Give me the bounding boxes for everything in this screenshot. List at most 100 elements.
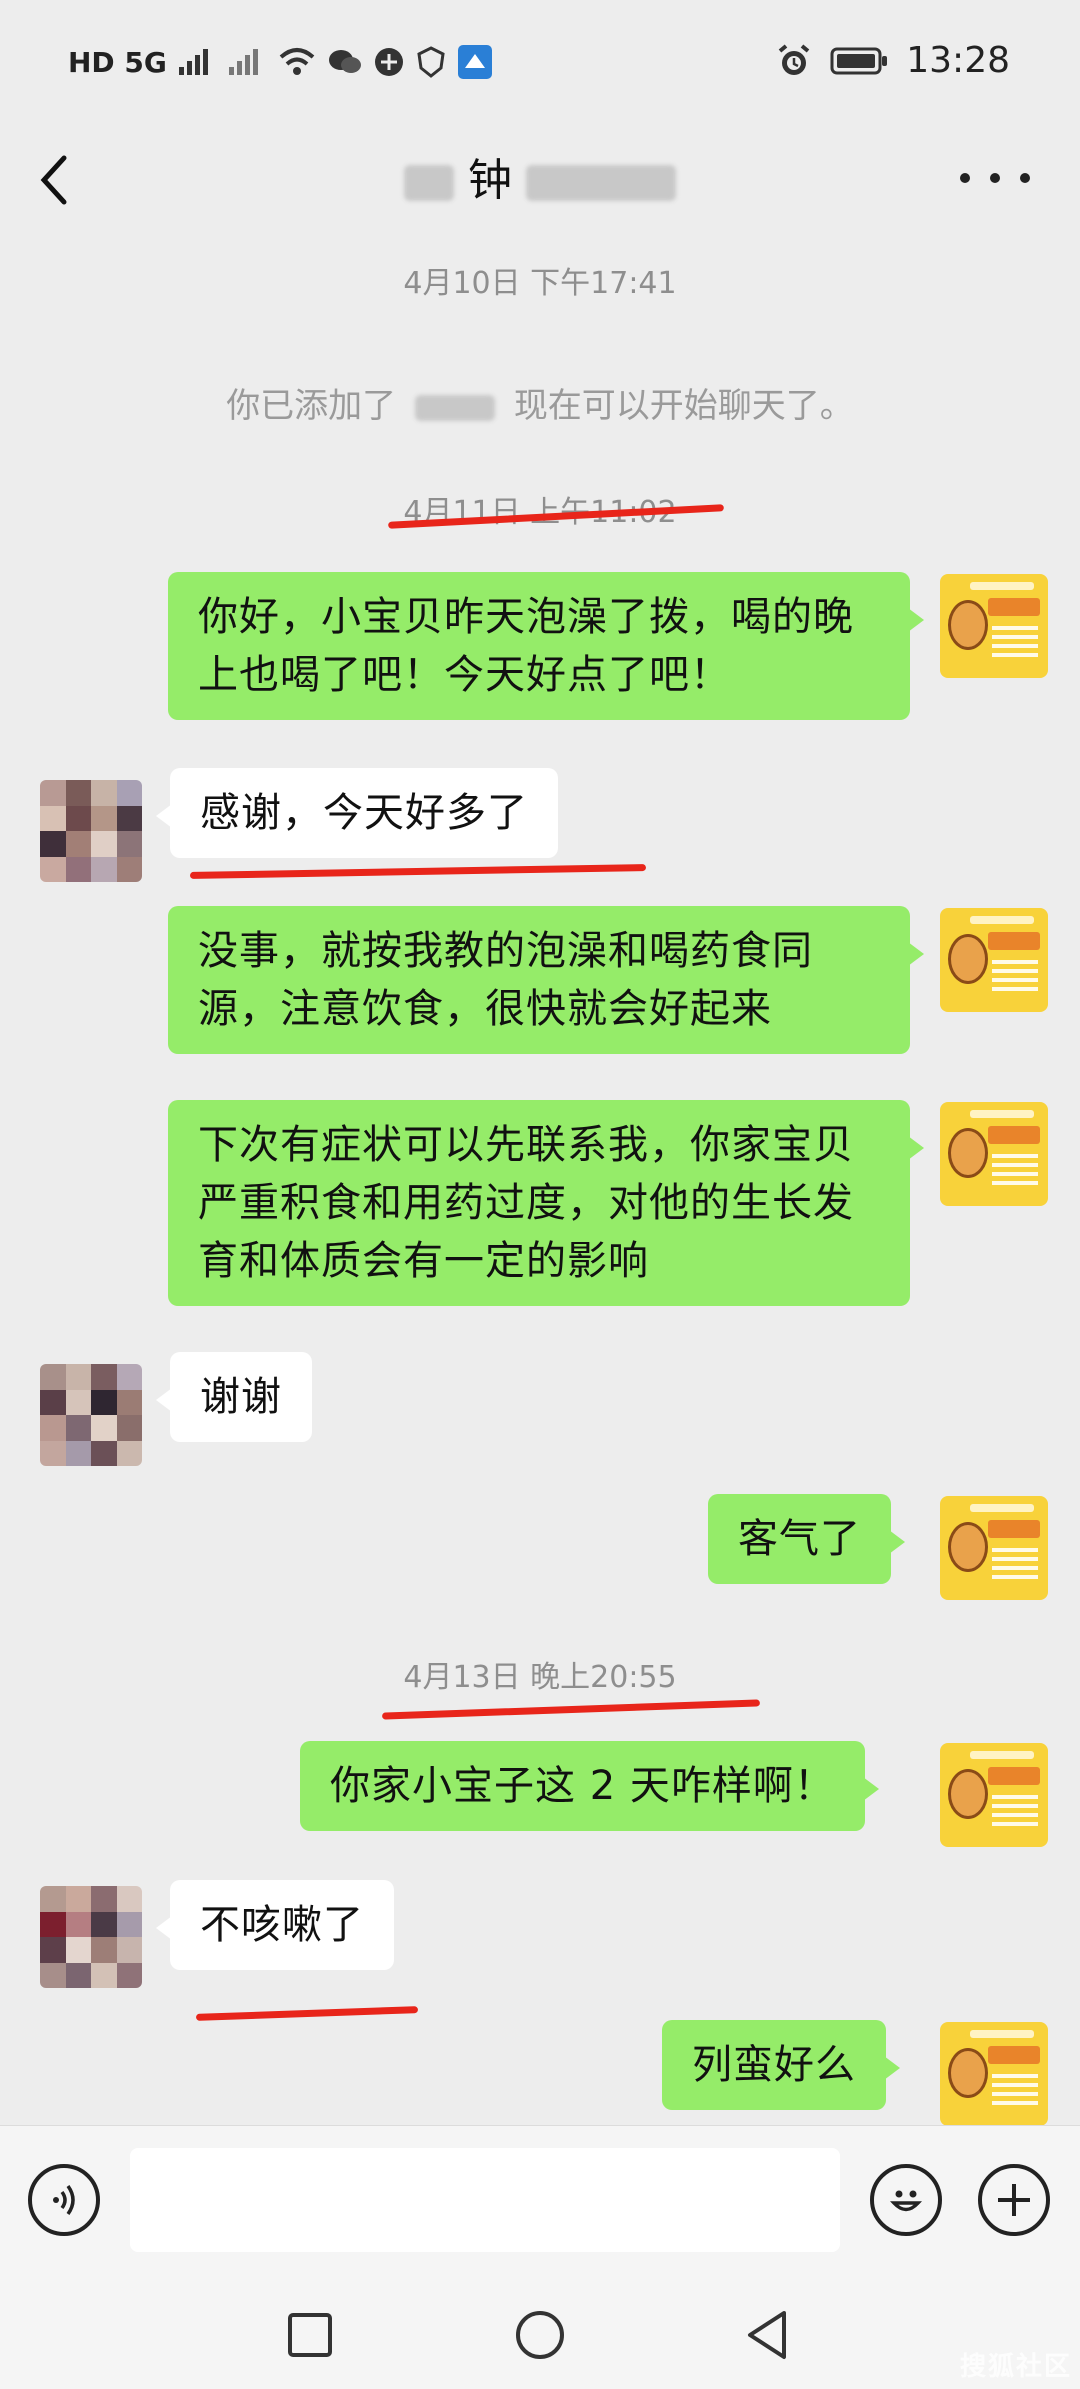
pixel xyxy=(91,780,117,806)
message-bubble-incoming[interactable]: 谢谢 xyxy=(156,1352,312,1442)
pixel xyxy=(40,1937,66,1963)
plus-icon xyxy=(998,2184,1030,2216)
message-bubble-outgoing[interactable]: 下次有症状可以先联系我，你家宝贝严重积食和用药过度，对他的生长发育和体质会有一定… xyxy=(168,1100,924,1306)
pixel xyxy=(91,831,117,857)
avatar-art xyxy=(992,1548,1038,1582)
avatar-art xyxy=(988,1126,1040,1144)
avatar-art xyxy=(988,2046,1040,2064)
pixel xyxy=(65,1911,91,1937)
status-left: HD 5G xyxy=(68,44,493,80)
pixel xyxy=(116,1962,142,1988)
pixel xyxy=(40,1911,66,1937)
avatar-art xyxy=(992,960,1038,994)
chat-title-text: 钟 xyxy=(468,155,512,206)
signal-icon xyxy=(178,49,208,75)
voice-input-button[interactable] xyxy=(28,2164,100,2236)
message-input[interactable] xyxy=(130,2148,840,2252)
message-bubble-outgoing[interactable]: 客气了 xyxy=(708,1494,905,1584)
message-text: 谢谢 xyxy=(200,1374,282,1420)
wechat-icon xyxy=(328,50,361,73)
pixel xyxy=(91,1937,117,1963)
message-text: 没事，就按我教的泡澡和喝药食同源，注意饮食，很快就会好起来 xyxy=(198,928,813,1032)
pixel xyxy=(40,1364,66,1390)
recent-apps-button[interactable] xyxy=(286,2311,334,2359)
status-bar: HD 5G 13:28 xyxy=(0,0,1080,130)
avatar-art xyxy=(988,1520,1040,1538)
avatar-art xyxy=(970,1751,1034,1759)
more-dot xyxy=(990,173,1000,183)
status-right: 13:28 xyxy=(776,40,1010,81)
pixel xyxy=(40,831,66,857)
avatar-art xyxy=(948,934,988,984)
my-avatar[interactable] xyxy=(940,1496,1048,1600)
pixel xyxy=(65,1415,91,1441)
my-avatar[interactable] xyxy=(940,1743,1048,1847)
pixel xyxy=(65,856,91,882)
avatar-art xyxy=(988,1767,1040,1785)
avatar-art xyxy=(992,1154,1038,1188)
avatar-art xyxy=(948,1769,988,1819)
pixel xyxy=(91,1886,117,1912)
maps-app-icon xyxy=(457,45,492,79)
message-bubble-outgoing[interactable]: 你家小宝子这 2 天咋样啊！ xyxy=(300,1741,879,1831)
pixel xyxy=(116,1911,142,1937)
avatar-art xyxy=(988,932,1040,950)
redacted-name-part xyxy=(526,165,676,201)
home-button[interactable] xyxy=(514,2309,566,2361)
pixel xyxy=(116,1937,142,1963)
pixel xyxy=(40,1886,66,1912)
more-functions-button[interactable] xyxy=(978,2164,1050,2236)
pixel xyxy=(116,1389,142,1415)
pixel xyxy=(116,1364,142,1390)
pixel xyxy=(65,780,91,806)
pixel xyxy=(40,1962,66,1988)
pixel xyxy=(91,805,117,831)
my-avatar[interactable] xyxy=(940,1102,1048,1206)
redacted-name xyxy=(415,394,495,421)
pixel xyxy=(116,780,142,806)
back-button[interactable] xyxy=(30,140,100,220)
pixel xyxy=(40,1440,66,1466)
emoji-button[interactable] xyxy=(870,2164,942,2236)
pixel xyxy=(65,1389,91,1415)
pixel xyxy=(65,831,91,857)
system-message: 你已添加了 现在可以开始聊天了。 xyxy=(0,378,1080,427)
avatar-art xyxy=(970,916,1034,924)
message-text: 感谢，今天好多了 xyxy=(200,790,528,836)
pixel xyxy=(91,1440,117,1466)
back-nav-button[interactable] xyxy=(744,2309,792,2361)
message-bubble-incoming[interactable]: 不咳嗽了 xyxy=(156,1880,394,1970)
message-bubble-outgoing[interactable]: 列蛮好么 xyxy=(662,2020,900,2110)
timestamp: 4月11日 上午11:02 xyxy=(403,495,677,530)
pixel xyxy=(91,1962,117,1988)
message-input-bar xyxy=(0,2125,1080,2275)
message-bubble-outgoing[interactable]: 你好，小宝贝昨天泡澡了拨，喝的晚上也喝了吧！今天好点了吧！ xyxy=(168,572,924,720)
contact-avatar[interactable] xyxy=(40,1886,142,1988)
signal-icon-2 xyxy=(228,49,258,75)
pixel xyxy=(116,1440,142,1466)
my-avatar[interactable] xyxy=(940,908,1048,1012)
red-annotation-underline xyxy=(381,1699,761,1720)
more-options-button[interactable] xyxy=(960,158,1030,198)
contact-avatar[interactable] xyxy=(40,780,142,882)
pixel xyxy=(65,1364,91,1390)
system-navigation-bar: 搜狐社区 xyxy=(0,2275,1080,2389)
emoji-icon xyxy=(890,2190,922,2212)
pixel xyxy=(65,1937,91,1963)
avatar-art xyxy=(992,2074,1038,2108)
watermark: 搜狐社区 xyxy=(959,2352,1072,2382)
avatar-art xyxy=(948,1128,988,1178)
pixel xyxy=(40,805,66,831)
my-avatar[interactable] xyxy=(940,574,1048,678)
message-bubble-incoming[interactable]: 感谢，今天好多了 xyxy=(156,768,558,858)
red-annotation-underline xyxy=(189,864,647,879)
contact-avatar[interactable] xyxy=(40,1364,142,1466)
network-indicator: HD 5G xyxy=(68,45,167,79)
my-avatar[interactable] xyxy=(940,2022,1048,2126)
more-dots-icon xyxy=(960,173,970,183)
timestamp: 4月10日 下午17:41 xyxy=(403,266,677,301)
message-bubble-outgoing[interactable]: 没事，就按我教的泡澡和喝药食同源，注意饮食，很快就会好起来 xyxy=(168,906,924,1054)
pixel xyxy=(116,831,142,857)
pixel xyxy=(40,1415,66,1441)
pixel xyxy=(116,1886,142,1912)
